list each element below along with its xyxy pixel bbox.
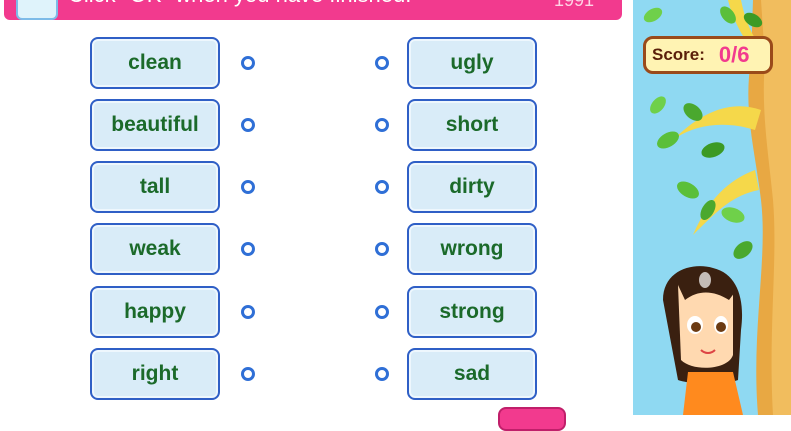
right-connector-dot-1[interactable] xyxy=(375,56,389,70)
left-connector-dot-5[interactable] xyxy=(241,305,255,319)
left-word-card-2[interactable]: beautiful xyxy=(90,99,220,151)
left-connector-dot-2[interactable] xyxy=(241,118,255,132)
left-word-card-5[interactable]: happy xyxy=(90,286,220,338)
left-connector-dot-3[interactable] xyxy=(241,180,255,194)
score-box: Score: 0/6 xyxy=(643,36,773,74)
score-label: Score: xyxy=(652,45,705,64)
left-word-card-1[interactable]: clean xyxy=(90,37,220,89)
right-connector-dot-6[interactable] xyxy=(375,367,389,381)
left-connector-dot-4[interactable] xyxy=(241,242,255,256)
instruction-text: Click "OK" when you have finished. xyxy=(68,0,411,9)
right-connector-dot-5[interactable] xyxy=(375,305,389,319)
checkbox-icon xyxy=(16,0,58,20)
left-word-card-3[interactable]: tall xyxy=(90,161,220,213)
right-word-card-1[interactable]: ugly xyxy=(407,37,537,89)
right-word-card-6[interactable]: sad xyxy=(407,348,537,400)
instruction-banner: Click "OK" when you have finished. 1991 xyxy=(4,0,622,20)
right-word-card-3[interactable]: dirty xyxy=(407,161,537,213)
score-value: 0/6 xyxy=(718,42,750,67)
left-connector-dot-6[interactable] xyxy=(241,367,255,381)
right-word-card-4[interactable]: wrong xyxy=(407,223,537,275)
right-connector-dot-4[interactable] xyxy=(375,242,389,256)
left-connector-dot-1[interactable] xyxy=(241,56,255,70)
left-word-card-4[interactable]: weak xyxy=(90,223,220,275)
ok-button[interactable] xyxy=(498,407,566,431)
right-word-card-2[interactable]: short xyxy=(407,99,537,151)
banner-corner-text: 1991 xyxy=(553,0,594,10)
right-connector-dot-3[interactable] xyxy=(375,180,389,194)
right-word-card-5[interactable]: strong xyxy=(407,286,537,338)
left-word-card-6[interactable]: right xyxy=(90,348,220,400)
right-connector-dot-2[interactable] xyxy=(375,118,389,132)
